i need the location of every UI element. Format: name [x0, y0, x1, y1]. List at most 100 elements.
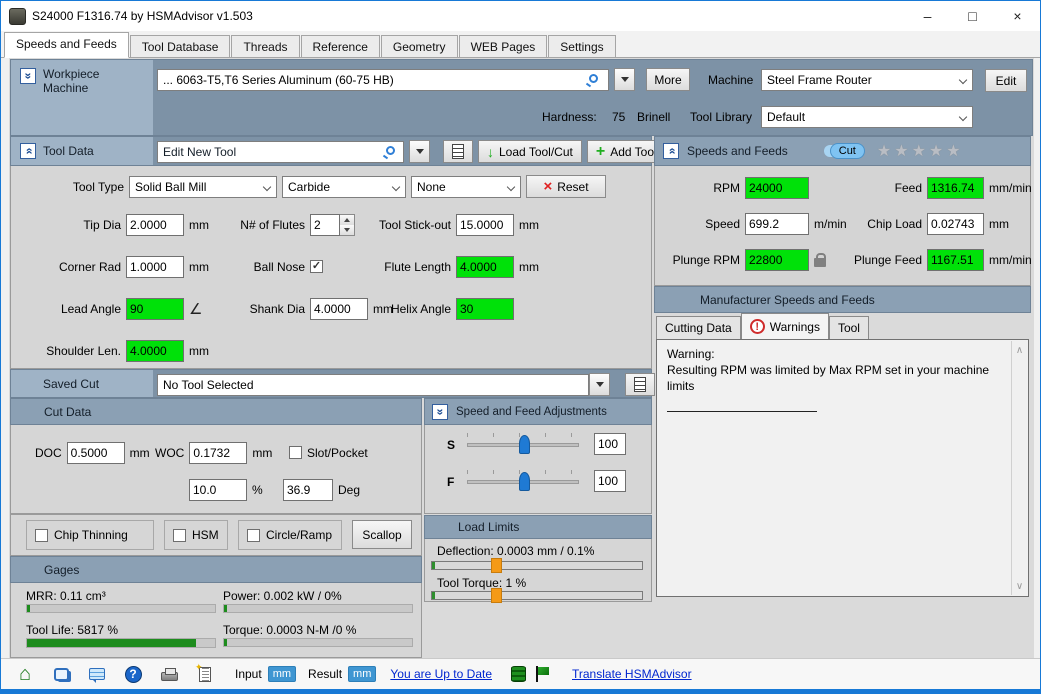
stickout-input[interactable]: [456, 213, 514, 236]
tool-torque-slider-thumb[interactable]: [490, 588, 502, 603]
speed-slider[interactable]: [467, 435, 579, 454]
collapse-workpiece-button[interactable]: »: [20, 68, 36, 84]
input-units-badge[interactable]: mm: [267, 666, 297, 682]
update-status-link[interactable]: You are Up to Date: [390, 667, 492, 681]
circle-ramp-checkbox[interactable]: [247, 528, 260, 542]
flutes-input[interactable]: [310, 213, 340, 236]
star-icon[interactable]: ★: [912, 141, 926, 161]
rpm-input[interactable]: [745, 176, 809, 199]
feed-slider[interactable]: [467, 472, 579, 491]
speed-adjust-input[interactable]: [594, 433, 626, 455]
chip-load-unit: mm: [989, 216, 1009, 231]
chip-load-input[interactable]: [927, 212, 984, 235]
material-combobox[interactable]: ... 6063-T5,T6 Series Aluminum (60-75 HB…: [157, 68, 609, 91]
result-units-badge[interactable]: mm: [348, 666, 377, 682]
reset-button[interactable]: × Reset: [526, 175, 606, 198]
feedback-button[interactable]: [85, 663, 109, 685]
plunge-rpm-input[interactable]: [745, 248, 809, 271]
star-icon[interactable]: ★: [894, 141, 908, 161]
deflection-text: Deflection: 0.0003 mm / 0.1%: [437, 544, 595, 558]
woc-percent-input[interactable]: [189, 478, 247, 501]
tab-speeds-and-feeds[interactable]: Speeds and Feeds: [4, 32, 129, 58]
tool-data-panel: » Tool Data Edit New Tool ↓ Load Tool/Cut…: [10, 136, 666, 369]
tool-table-button[interactable]: [443, 140, 473, 163]
collapse-adjustments-button[interactable]: »: [432, 403, 448, 420]
tool-library-select[interactable]: Default: [761, 106, 973, 128]
deflection-slider-thumb[interactable]: [490, 558, 502, 573]
lock-icon: [814, 252, 826, 267]
load-tool-cut-button[interactable]: ↓ Load Tool/Cut: [478, 140, 582, 163]
edit-machine-button[interactable]: Edit: [985, 69, 1027, 92]
tip-dia-input[interactable]: [126, 213, 184, 236]
tab-warnings[interactable]: ! Warnings: [740, 313, 829, 339]
feed-adjust-input[interactable]: [594, 470, 626, 492]
hsm-checkbox[interactable]: [173, 528, 186, 542]
lead-angle-input[interactable]: [126, 297, 184, 320]
window-title: S24000 F1316.74 by HSMAdvisor v1.503: [32, 9, 253, 23]
material-dropdown-button[interactable]: [614, 68, 635, 91]
saved-cut-combobox[interactable]: No Tool Selected: [157, 373, 589, 396]
tab-tool-database[interactable]: Tool Database: [129, 35, 231, 57]
tab-tool[interactable]: Tool: [828, 316, 869, 339]
tool-tab-label: Tool: [837, 321, 860, 335]
main-tab-strip: Speeds and Feeds Tool Database Threads R…: [1, 31, 1040, 58]
language-button[interactable]: [530, 663, 554, 685]
tool-torque-slider[interactable]: [431, 588, 643, 603]
tab-settings[interactable]: Settings: [548, 35, 616, 57]
ball-nose-checkbox[interactable]: ✓: [310, 260, 323, 273]
saved-cut-table-button[interactable]: [625, 373, 655, 396]
engagement-angle-unit: Deg: [338, 482, 361, 497]
feed-label: Feed: [894, 180, 922, 195]
more-button[interactable]: More: [646, 68, 690, 91]
translate-link[interactable]: Translate HSMAdvisor: [572, 667, 692, 681]
tool-material-select[interactable]: Carbide: [282, 175, 406, 198]
tool-type-select[interactable]: Solid Ball Mill: [129, 175, 277, 198]
tab-threads[interactable]: Threads: [231, 35, 300, 57]
deflection-slider[interactable]: [431, 558, 643, 573]
corner-rad-input[interactable]: [126, 255, 184, 278]
cut-badge[interactable]: Cut: [829, 143, 865, 159]
warnings-scrollbar[interactable]: ∧ ∨: [1011, 341, 1027, 595]
feed-input[interactable]: [927, 176, 984, 199]
speed-input[interactable]: [745, 212, 809, 235]
collapse-tool-data-button[interactable]: »: [20, 143, 36, 159]
star-icon[interactable]: ★: [929, 141, 943, 161]
machine-select[interactable]: Steel Frame Router: [761, 69, 973, 91]
tool-name-dropdown-button[interactable]: [409, 140, 430, 163]
star-icon[interactable]: ★: [877, 141, 891, 161]
tab-geometry[interactable]: Geometry: [380, 35, 458, 57]
forum-button[interactable]: [49, 663, 73, 685]
tool-coating-select[interactable]: None: [411, 175, 521, 198]
shoulder-len-input[interactable]: [126, 339, 184, 362]
collapse-speeds-button[interactable]: »: [663, 143, 679, 159]
chip-thinning-checkbox[interactable]: [35, 528, 48, 542]
helix-angle-input[interactable]: [456, 297, 514, 320]
close-button[interactable]: ×: [995, 1, 1040, 31]
home-button[interactable]: ⌂: [13, 663, 37, 685]
slot-pocket-checkbox[interactable]: [289, 446, 302, 459]
rating-stars[interactable]: ★ ★ ★ ★ ★: [877, 141, 961, 161]
print-button[interactable]: [157, 663, 181, 685]
woc-input[interactable]: [189, 441, 248, 464]
help-button[interactable]: ?: [121, 663, 145, 685]
scallop-button[interactable]: Scallop: [352, 520, 412, 549]
tab-cutting-data[interactable]: Cutting Data: [656, 316, 741, 339]
saved-cut-dropdown-button[interactable]: [589, 373, 610, 396]
engagement-angle-input[interactable]: [283, 478, 333, 501]
tab-web-pages[interactable]: WEB Pages: [458, 35, 548, 57]
tab-reference[interactable]: Reference: [300, 35, 380, 57]
notes-button[interactable]: [193, 662, 217, 685]
star-icon[interactable]: ★: [946, 141, 960, 161]
plunge-feed-input[interactable]: [927, 248, 984, 271]
tool-name-combobox[interactable]: Edit New Tool: [157, 140, 404, 163]
flute-length-input[interactable]: [456, 255, 514, 278]
minimize-button[interactable]: –: [905, 1, 950, 31]
scroll-up-icon[interactable]: ∧: [1013, 343, 1026, 357]
status-bar: ⌂ ? Input mm Result mm You are Up to Dat…: [1, 658, 1040, 689]
scroll-down-icon[interactable]: ∨: [1013, 579, 1026, 593]
maximize-button[interactable]: □: [950, 1, 995, 31]
feed-slider-thumb[interactable]: [518, 472, 530, 491]
doc-input[interactable]: [66, 441, 125, 464]
database-button[interactable]: [506, 663, 530, 685]
speed-slider-thumb[interactable]: [518, 435, 530, 454]
